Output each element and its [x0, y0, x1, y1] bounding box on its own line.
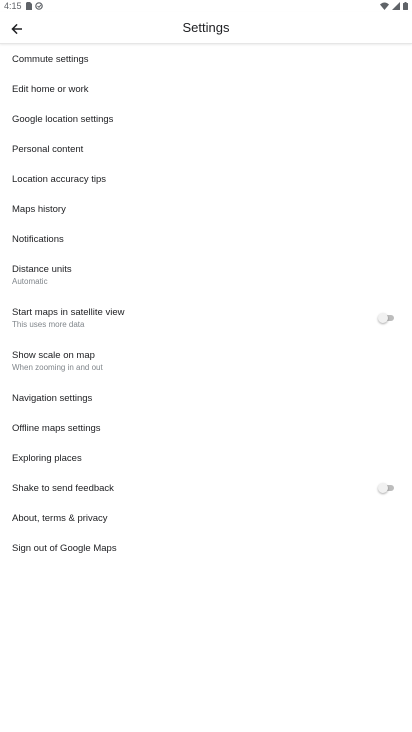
setting-navigation-settings[interactable]: Navigation settings [0, 383, 412, 413]
setting-start-maps-in-satellite-view[interactable]: Start maps in satellite view This uses m… [0, 295, 412, 339]
setting-label: Edit home or work [12, 84, 89, 95]
setting-about-terms-privacy[interactable]: About, terms & privacy [0, 503, 412, 533]
status-time: 4:15 [4, 1, 22, 11]
setting-notifications[interactable]: Notifications [0, 225, 412, 255]
setting-location-accuracy-tips[interactable]: Location accuracy tips [0, 165, 412, 195]
setting-label: Start maps in satellite view [12, 307, 125, 318]
setting-edit-home-or-work[interactable]: Edit home or work [0, 75, 412, 105]
satellite-view-toggle[interactable] [378, 313, 396, 323]
setting-offline-maps-settings[interactable]: Offline maps settings [0, 413, 412, 443]
setting-label: Google location settings [12, 114, 114, 125]
setting-subtitle: This uses more data [12, 320, 85, 329]
setting-shake-to-send-feedback[interactable]: Shake to send feedback [0, 473, 412, 503]
setting-sign-out[interactable]: Sign out of Google Maps [0, 533, 412, 563]
setting-label: Personal content [12, 144, 84, 155]
setting-subtitle: Automatic [12, 277, 48, 286]
setting-label: Shake to send feedback [12, 483, 114, 494]
setting-label: Notifications [12, 234, 64, 245]
signal-icon [392, 2, 400, 10]
setting-label: Show scale on map [12, 350, 95, 361]
setting-maps-history[interactable]: Maps history [0, 195, 412, 225]
setting-commute-settings[interactable]: Commute settings [0, 45, 412, 75]
setting-label: About, terms & privacy [12, 513, 108, 524]
sim-card-icon [26, 2, 32, 10]
setting-label: Maps history [12, 204, 66, 215]
toggle-thumb [378, 313, 388, 323]
battery-icon [403, 2, 408, 10]
setting-exploring-places[interactable]: Exploring places [0, 443, 412, 473]
setting-label: Distance units [12, 264, 72, 275]
wifi-icon [380, 2, 389, 10]
setting-personal-content[interactable]: Personal content [0, 135, 412, 165]
app-bar: Settings [0, 12, 412, 44]
setting-label: Offline maps settings [12, 423, 101, 434]
status-right-icons [380, 2, 408, 10]
setting-label: Exploring places [12, 453, 82, 464]
setting-subtitle: When zooming in and out [12, 363, 103, 372]
toggle-thumb [378, 483, 388, 493]
setting-label: Navigation settings [12, 393, 93, 404]
page-title: Settings [182, 20, 230, 35]
setting-label: Sign out of Google Maps [12, 543, 117, 554]
status-bar: 4:15 [0, 0, 412, 12]
setting-show-scale-on-map[interactable]: Show scale on map When zooming in and ou… [0, 339, 412, 383]
status-left-icons [26, 2, 43, 10]
setting-google-location-settings[interactable]: Google location settings [0, 105, 412, 135]
setting-label: Commute settings [12, 54, 89, 65]
notification-icon [35, 2, 43, 10]
setting-distance-units[interactable]: Distance units Automatic [0, 255, 412, 295]
setting-label: Location accuracy tips [12, 174, 106, 185]
shake-feedback-toggle[interactable] [378, 483, 396, 493]
